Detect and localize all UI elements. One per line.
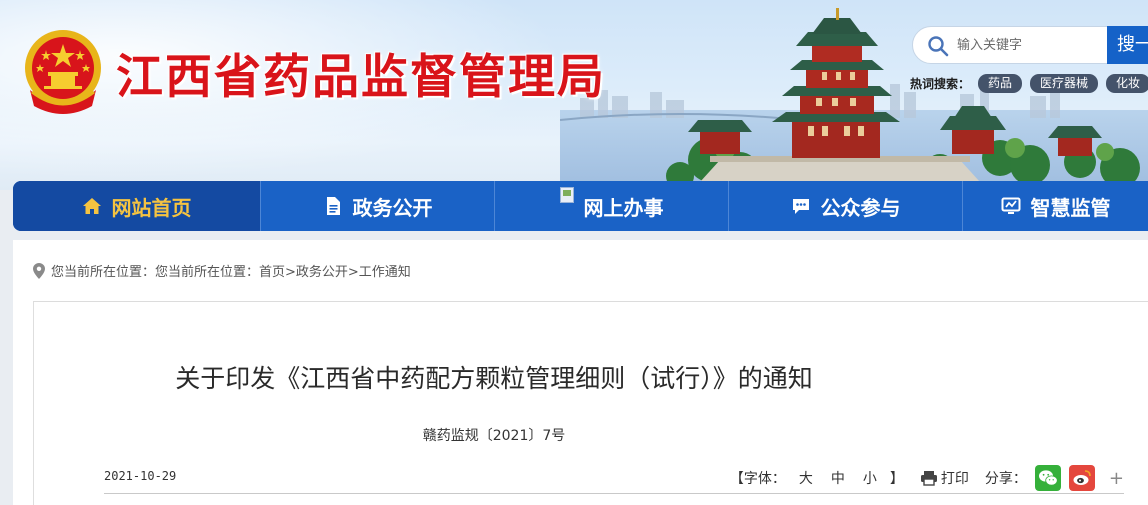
monitor-icon	[1001, 197, 1020, 214]
breadcrumb: 您当前所在位置：您当前所在位置：首页>政务公开>工作通知	[33, 261, 411, 280]
breadcrumb-text[interactable]: 您当前所在位置：您当前所在位置：首页>政务公开>工作通知	[51, 261, 411, 280]
site-header-banner: 江西省药品监督管理局 搜一 热词搜索： 药品 医疗器械 化妆	[0, 0, 1148, 190]
meta-divider	[104, 493, 1124, 494]
article: 关于印发《江西省中药配方颗粒管理细则（试行）》的通知 赣药监规〔2021〕7号 …	[33, 302, 1148, 505]
chat-icon	[792, 199, 809, 214]
nav-item-government-affairs[interactable]: 政务公开	[261, 181, 495, 231]
document-icon	[326, 197, 340, 215]
search-box: 搜一	[912, 26, 1148, 64]
print-label: 打印	[940, 471, 969, 487]
nav-item-public-participation-label: 公众参与	[820, 195, 901, 220]
print-button[interactable]: 打印	[920, 468, 969, 488]
weibo-icon	[1073, 470, 1091, 485]
search-button[interactable]: 搜一	[1107, 26, 1148, 64]
nav-item-home-label: 网站首页	[111, 195, 192, 220]
font-size-large[interactable]: 大	[799, 468, 813, 488]
nav-item-home[interactable]: 网站首页	[13, 181, 261, 231]
location-pin-icon	[33, 262, 45, 279]
nav-item-government-affairs-label: 政务公开	[352, 195, 433, 220]
content-panel: 您当前所在位置：您当前所在位置：首页>政务公开>工作通知 关于印发《江西省中药配…	[13, 240, 1148, 505]
nav-item-public-participation[interactable]: 公众参与	[729, 181, 963, 231]
nav-item-smart-supervision[interactable]: 智慧监管	[963, 181, 1148, 231]
site-title: 江西省药品监督管理局	[116, 50, 606, 105]
nav-item-online-services[interactable]: 网上办事	[495, 181, 729, 231]
article-title: 关于印发《江西省中药配方颗粒管理细则（试行）》的通知	[175, 364, 813, 393]
font-size-small[interactable]: 小	[863, 468, 877, 488]
publish-date: 2021-10-29	[104, 469, 177, 483]
font-size-bracket-close: 】	[889, 471, 904, 487]
main-nav: 网站首页 政务公开 网上办事 公众参与 智慧监管	[13, 181, 1148, 231]
wechat-icon	[1038, 470, 1058, 486]
share-weibo-button[interactable]	[1068, 465, 1095, 491]
font-size-medium[interactable]: 中	[831, 468, 845, 488]
hot-tag-cosmetics[interactable]: 化妆	[1106, 73, 1148, 93]
search-icon	[928, 36, 949, 57]
share-more-button[interactable]: +	[1109, 468, 1124, 489]
font-size-label: 【字体：	[729, 471, 786, 487]
national-emblem-logo	[25, 30, 101, 114]
article-meta: 2021-10-29 【字体： 大 中 小 】 打印 分享： +	[104, 465, 1124, 491]
nav-item-smart-supervision-label: 智慧监管	[1030, 195, 1111, 220]
hot-words-label: 热词搜索：	[910, 76, 971, 91]
share-wechat-button[interactable]	[1034, 465, 1061, 491]
hot-tag-drugs[interactable]: 药品	[978, 73, 1023, 93]
broken-image-icon	[559, 187, 574, 203]
home-icon	[82, 198, 101, 214]
hot-words: 热词搜索： 药品 医疗器械 化妆	[910, 73, 1148, 93]
share-label: 分享：	[984, 471, 1027, 487]
nav-item-online-services-label: 网上办事	[583, 195, 664, 220]
printer-icon	[920, 471, 937, 486]
hot-tag-medical-devices[interactable]: 医疗器械	[1030, 73, 1099, 93]
document-number: 赣药监规〔2021〕7号	[422, 428, 566, 444]
article-tools: 【字体： 大 中 小 】 打印 分享： +	[730, 465, 1124, 491]
search-input[interactable]	[957, 35, 1097, 55]
